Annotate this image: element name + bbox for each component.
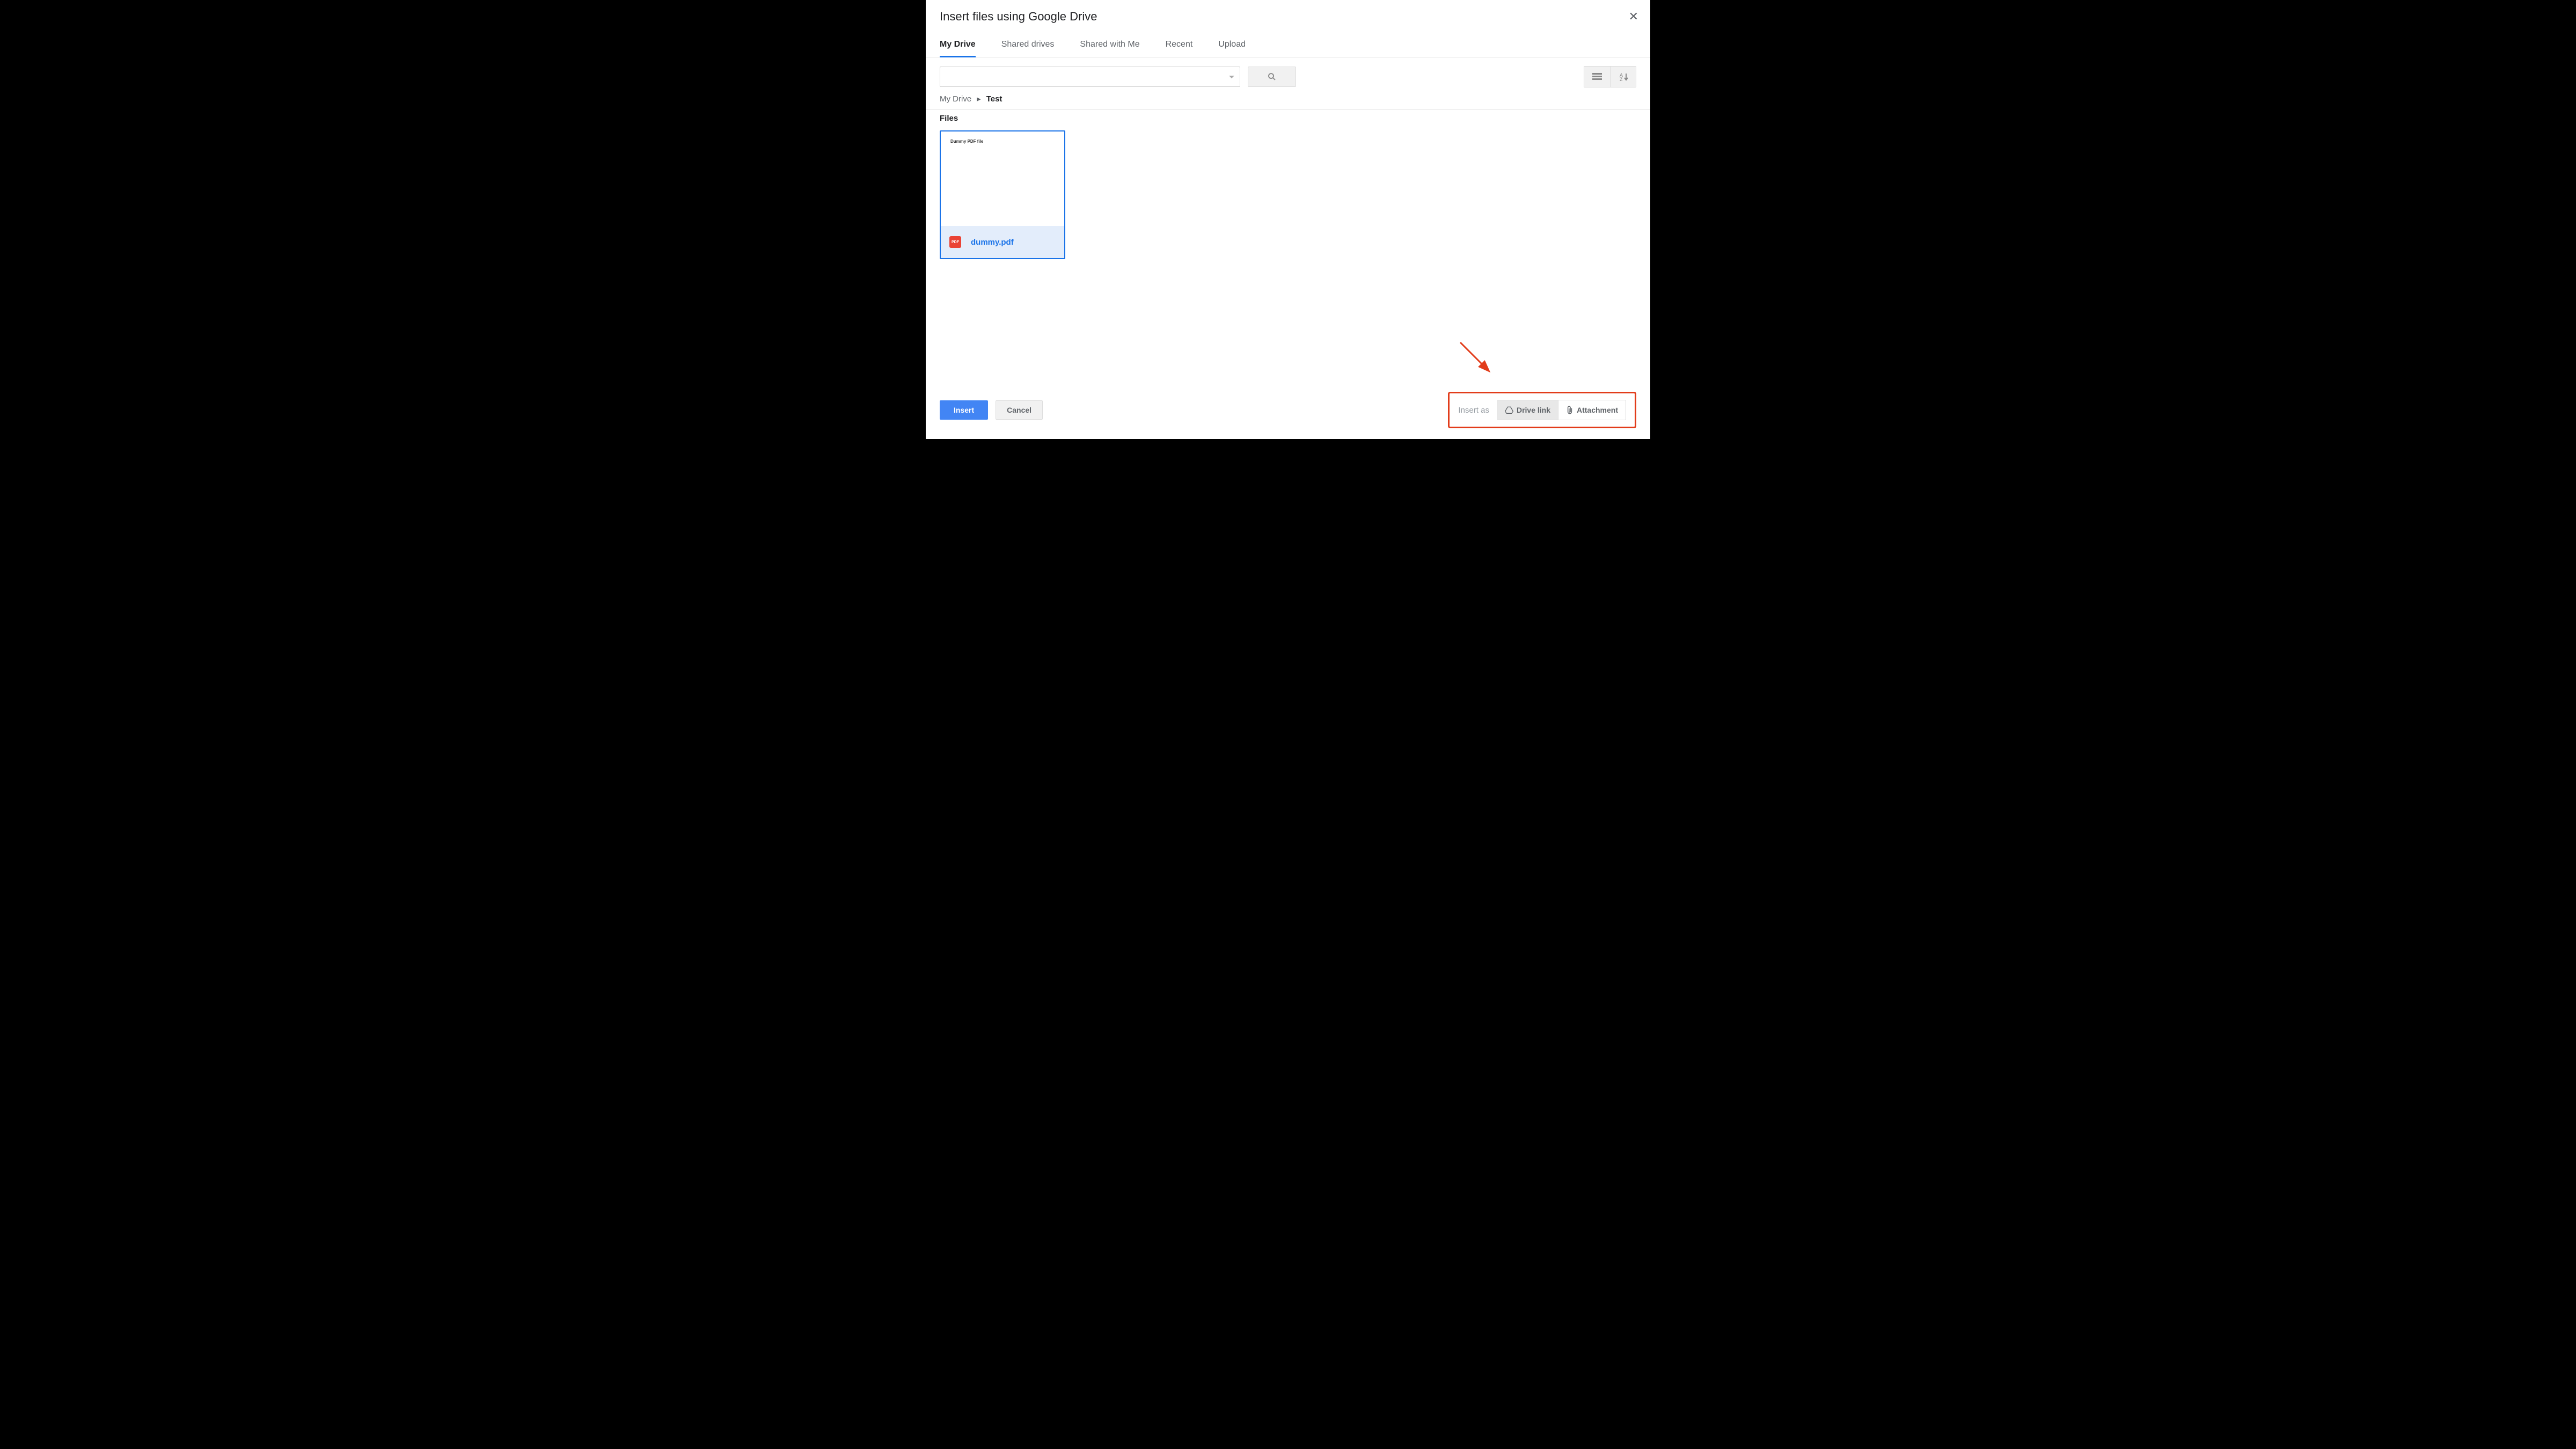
insert-as-label: Insert as <box>1458 406 1489 415</box>
files-section-label: Files <box>926 109 1650 123</box>
insert-mode-toggle: Drive link Attachment <box>1497 400 1626 420</box>
pdf-icon: PDF <box>949 236 961 248</box>
chevron-right-icon: ▸ <box>977 94 981 104</box>
view-controls: AZ <box>1584 66 1636 87</box>
sort-button[interactable]: AZ <box>1610 67 1636 87</box>
tab-upload[interactable]: Upload <box>1218 40 1246 57</box>
close-icon: ✕ <box>1629 10 1638 23</box>
toolbar: AZ <box>926 57 1650 87</box>
insert-as-group: Insert as Drive link Attachment <box>1448 392 1636 428</box>
drive-link-option[interactable]: Drive link <box>1497 400 1558 420</box>
close-button[interactable]: ✕ <box>1629 11 1638 23</box>
tab-bar: My Drive Shared drives Shared with Me Re… <box>926 40 1650 57</box>
attachment-label: Attachment <box>1577 406 1618 414</box>
svg-text:Z: Z <box>1620 77 1623 81</box>
tab-my-drive[interactable]: My Drive <box>940 40 976 57</box>
breadcrumb-current: Test <box>986 94 1002 104</box>
tab-shared-with-me[interactable]: Shared with Me <box>1080 40 1139 57</box>
file-preview: Dummy PDF file <box>941 131 1064 226</box>
dialog-footer: Insert Cancel Insert as Drive link Attac… <box>926 383 1650 439</box>
file-item[interactable]: Dummy PDF file PDF dummy.pdf <box>940 130 1065 259</box>
sort-icon: AZ <box>1619 72 1628 81</box>
search-icon <box>1267 72 1277 82</box>
attachment-option[interactable]: Attachment <box>1558 400 1626 420</box>
file-name: dummy.pdf <box>971 238 1014 247</box>
drive-icon <box>1505 406 1513 414</box>
files-grid: Dummy PDF file PDF dummy.pdf <box>926 123 1650 383</box>
cancel-button[interactable]: Cancel <box>996 400 1043 420</box>
tab-shared-drives[interactable]: Shared drives <box>1001 40 1055 57</box>
file-footer: PDF dummy.pdf <box>941 226 1064 258</box>
insert-button[interactable]: Insert <box>940 400 988 420</box>
drive-picker-dialog: Insert files using Google Drive ✕ My Dri… <box>926 0 1650 439</box>
paperclip-icon <box>1566 406 1574 414</box>
breadcrumb: My Drive ▸ Test <box>926 87 1650 109</box>
drive-link-label: Drive link <box>1517 406 1550 414</box>
dialog-header: Insert files using Google Drive ✕ <box>926 0 1650 24</box>
list-icon <box>1592 73 1602 80</box>
breadcrumb-root[interactable]: My Drive <box>940 94 971 104</box>
dialog-title: Insert files using Google Drive <box>940 10 1636 24</box>
chevron-down-icon <box>1229 76 1234 78</box>
tab-recent[interactable]: Recent <box>1166 40 1193 57</box>
list-view-button[interactable] <box>1584 67 1610 87</box>
search-input[interactable] <box>940 67 1240 87</box>
search-button[interactable] <box>1248 67 1296 87</box>
